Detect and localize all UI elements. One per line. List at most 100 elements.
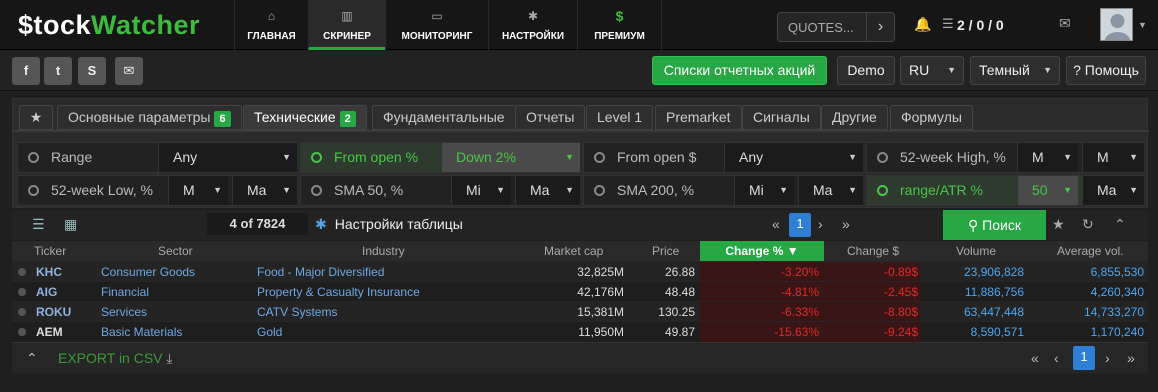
table-row[interactable]: AEM Basic Materials Gold 11,950M 49.87 -… <box>12 321 1148 342</box>
cell-change-usd: -8.80$ <box>824 302 920 322</box>
refresh-icon[interactable]: ↻ <box>1082 216 1094 233</box>
star-icon[interactable]: ★ <box>1052 216 1065 233</box>
twitter-icon[interactable]: t <box>44 57 72 85</box>
first-page-icon[interactable]: « <box>772 213 780 235</box>
cell-ticker[interactable]: AEM <box>36 322 63 342</box>
table-settings-button[interactable]: ✱ Настройки таблицы <box>315 216 463 233</box>
envelope-icon[interactable]: ✉ <box>1059 15 1071 32</box>
cell-sector[interactable]: Financial <box>101 282 149 302</box>
nav-monitoring[interactable]: ▭ МОНИТОРИНГ <box>385 0 488 50</box>
cell-industry[interactable]: Food - Major Diversified <box>257 262 384 282</box>
from-open-usd-select[interactable]: Any ▼ <box>724 143 863 172</box>
low52-min-select[interactable]: M ▼ <box>168 176 228 205</box>
next-page-icon[interactable]: › <box>818 213 823 235</box>
chevron-down-icon[interactable]: ▼ <box>1138 20 1147 30</box>
tab-other[interactable]: Другие <box>821 105 888 130</box>
home-icon: ⌂ <box>267 9 276 23</box>
col-average-volume[interactable]: Average vol. <box>1057 241 1124 261</box>
filter-from-open-usd: From open $ Any ▼ <box>583 142 863 173</box>
filter-52w-high: 52-week High, % M ▼ M ▼ <box>866 142 1144 173</box>
last-page-icon[interactable]: » <box>842 213 850 235</box>
cell-sector[interactable]: Basic Materials <box>101 322 182 342</box>
from-open-pct-select[interactable]: Down 2% ▼ <box>441 143 580 172</box>
col-volume[interactable]: Volume <box>956 241 996 261</box>
table-row[interactable]: KHC Consumer Goods Food - Major Diversif… <box>12 261 1148 282</box>
tab-signals[interactable]: Сигналы <box>742 105 821 130</box>
table-row[interactable]: ROKU Services CATV Systems 15,381M 130.2… <box>12 301 1148 322</box>
cell-industry[interactable]: Property & Casualty Insurance <box>257 282 420 302</box>
avatar[interactable] <box>1100 8 1133 41</box>
nav-screener[interactable]: ▥ СКРИНЕР <box>308 0 385 50</box>
mail-icon[interactable]: ✉ <box>115 57 143 85</box>
nav-home[interactable]: ⌂ ГЛАВНАЯ <box>234 0 308 50</box>
next-page-icon[interactable]: › <box>1105 347 1110 369</box>
cell-industry[interactable]: CATV Systems <box>257 302 337 322</box>
tab-fundamental[interactable]: Фундаментальные <box>372 105 516 130</box>
favorites-tab[interactable]: ★ <box>19 105 53 130</box>
col-sector[interactable]: Sector <box>158 241 193 261</box>
sma50-max-select[interactable]: Ma ▼ <box>515 176 580 205</box>
tab-premarket[interactable]: Premarket <box>655 105 742 130</box>
collapse-icon[interactable]: ⌃ <box>26 347 38 369</box>
quotes-button[interactable]: QUOTES... › <box>777 12 895 42</box>
col-industry[interactable]: Industry <box>362 241 405 261</box>
first-page-icon[interactable]: « <box>1031 347 1039 369</box>
bar-chart-icon: ▥ <box>341 9 353 23</box>
toggle-circle-icon <box>311 185 322 196</box>
cell-ticker[interactable]: ROKU <box>36 302 71 322</box>
sma200-max-select[interactable]: Ma ▼ <box>798 176 863 205</box>
nav-premium[interactable]: $ ПРЕМИУМ <box>577 0 662 50</box>
tab-level1[interactable]: Level 1 <box>586 105 654 130</box>
col-change-usd[interactable]: Change $ <box>847 241 899 261</box>
prev-page-icon[interactable]: ‹ <box>1054 347 1059 369</box>
high52-max-select[interactable]: M ▼ <box>1082 143 1144 172</box>
last-page-icon[interactable]: » <box>1127 347 1135 369</box>
export-csv-button[interactable]: EXPORT in CSV ⤓ <box>58 350 173 367</box>
search-button[interactable]: ⚲ Поиск <box>943 210 1046 240</box>
page-number[interactable]: 1 <box>789 213 811 237</box>
theme-select[interactable]: Темный ▼ <box>970 56 1060 85</box>
cell-sector[interactable]: Consumer Goods <box>101 262 195 282</box>
alerts-counter[interactable]: 2 / 0 / 0 <box>957 17 1004 33</box>
language-select[interactable]: RU ▼ <box>900 56 964 85</box>
range-atr-min-select[interactable]: 50 ▼ <box>1017 176 1078 205</box>
help-button[interactable]: ? Помощь <box>1066 56 1146 85</box>
col-price[interactable]: Price <box>652 241 679 261</box>
col-change-pct[interactable]: Change % ▼ <box>700 241 824 261</box>
grid-view-icon[interactable]: ▦ <box>64 216 77 233</box>
cell-ticker[interactable]: KHC <box>36 262 62 282</box>
col-ticker[interactable]: Ticker <box>34 241 66 261</box>
page-number[interactable]: 1 <box>1073 346 1095 370</box>
collapse-icon[interactable]: ⌃ <box>1114 216 1126 233</box>
cell-industry[interactable]: Gold <box>257 322 282 342</box>
gear-icon: ✱ <box>527 9 539 23</box>
chevron-down-icon: ▼ <box>947 65 956 75</box>
search-icon: ⚲ <box>968 217 979 233</box>
col-market-cap[interactable]: Market cap <box>544 241 603 261</box>
nav-settings[interactable]: ✱ НАСТРОЙКИ <box>488 0 577 50</box>
tab-formulas[interactable]: Формулы <box>890 105 973 130</box>
logo[interactable]: $tockWatcher <box>18 8 200 42</box>
facebook-icon[interactable]: f <box>12 57 40 85</box>
list-view-icon[interactable]: ☰ <box>32 216 45 233</box>
range-atr-max-select[interactable]: Ma ▼ <box>1082 176 1144 205</box>
sma200-min-select[interactable]: Mi ▼ <box>734 176 794 205</box>
cell-volume: 23,906,828 <box>963 265 1024 279</box>
cell-sector[interactable]: Services <box>101 302 147 322</box>
sma50-min-select[interactable]: Mi ▼ <box>451 176 511 205</box>
count-badge: 2 <box>339 111 356 127</box>
cell-ticker[interactable]: AIG <box>36 282 57 302</box>
tab-basic-params[interactable]: Основные параметры 6 <box>57 105 242 130</box>
range-select[interactable]: Any ▼ <box>158 143 297 172</box>
chevron-down-icon: ▼ <box>1063 185 1072 195</box>
tab-technical[interactable]: Технические 2 <box>243 105 367 130</box>
earnings-lists-button[interactable]: Списки отчетных акций <box>652 56 827 85</box>
tab-reports[interactable]: Отчеты <box>515 105 586 130</box>
bell-icon[interactable]: 🔔 <box>914 16 931 33</box>
demo-button[interactable]: Demo <box>837 56 895 85</box>
skype-icon[interactable]: S <box>78 57 106 85</box>
table-footer: ⌃ EXPORT in CSV ⤓ « ‹ 1 › » <box>12 342 1148 373</box>
low52-max-select[interactable]: Ma ▼ <box>232 176 297 205</box>
table-row[interactable]: AIG Financial Property & Casualty Insura… <box>12 281 1148 302</box>
high52-min-select[interactable]: M ▼ <box>1017 143 1078 172</box>
